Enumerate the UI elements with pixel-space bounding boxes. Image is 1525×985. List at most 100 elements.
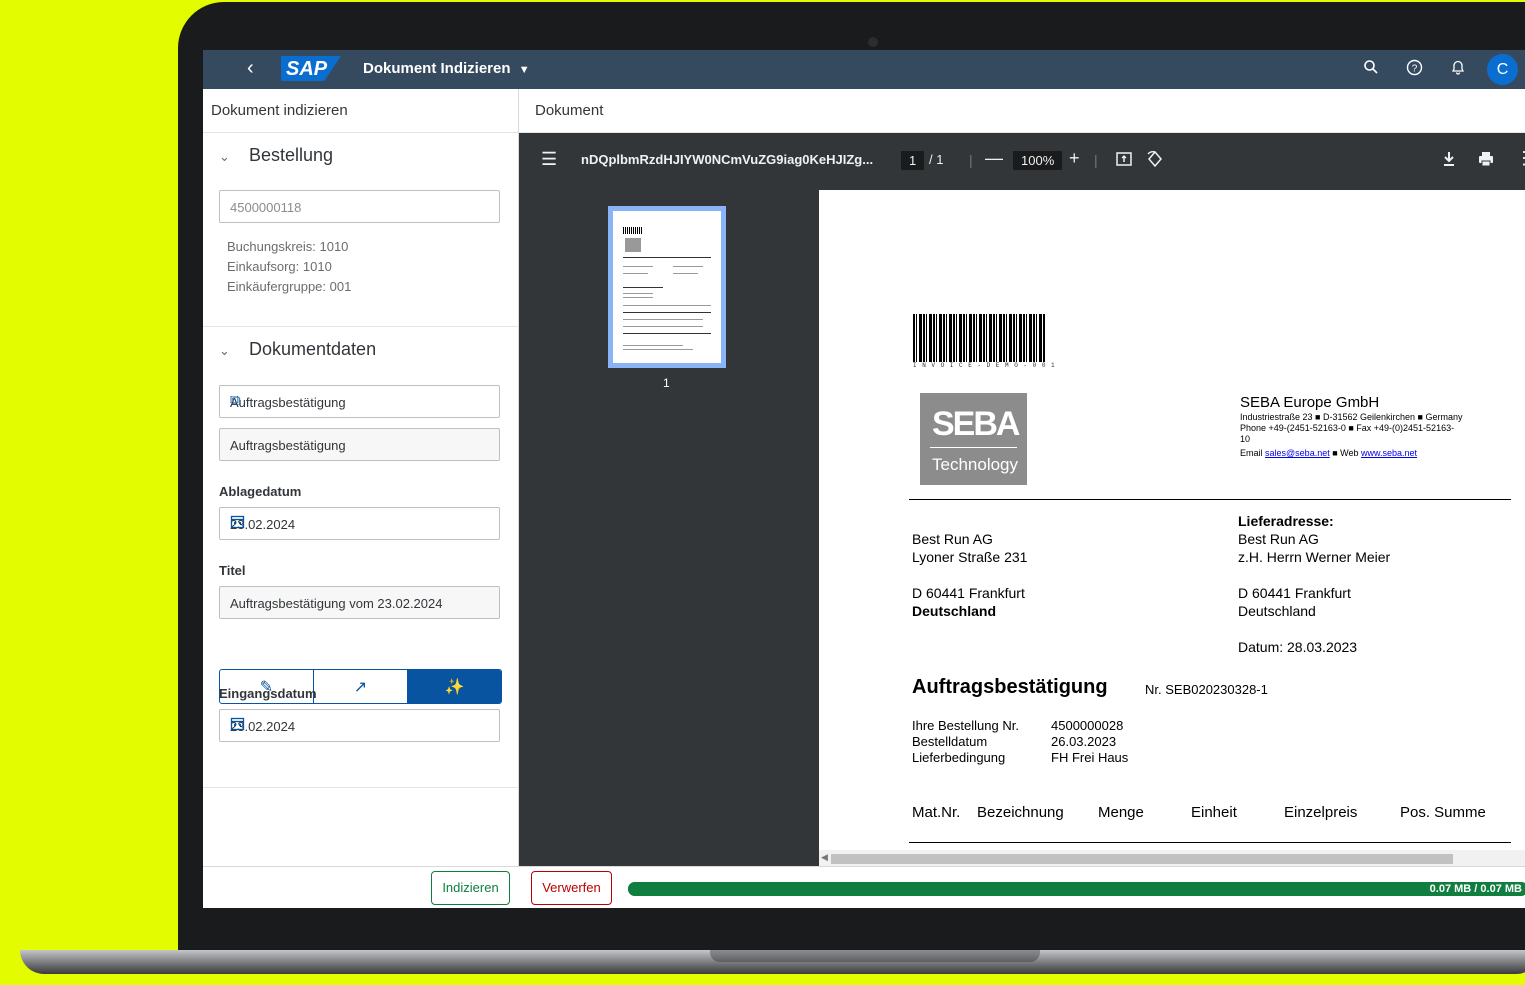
company-phone-cont: 10 bbox=[1240, 434, 1251, 444]
calendar-icon[interactable] bbox=[230, 514, 489, 533]
pdf-page: I N V O I C E - D E M O - 0 0 1 SEBA Tec… bbox=[819, 190, 1525, 850]
pdf-toolbar: ☰ nDQplbmRzdHJIYW0NCmVuZG9iag0KeHJIZg...… bbox=[519, 133, 1525, 190]
page-thumbnail[interactable] bbox=[608, 206, 726, 368]
zoom-in-icon[interactable]: + bbox=[1069, 148, 1080, 169]
pdf-viewport: I N V O I C E - D E M O - 0 0 1 SEBA Tec… bbox=[819, 190, 1525, 866]
document-title: Dokument bbox=[535, 102, 604, 119]
title-input[interactable]: Auftragsbestätigung vom 23.02.2024 bbox=[219, 586, 500, 619]
seba-logo: SEBA Technology bbox=[920, 393, 1027, 485]
index-button[interactable]: Indizieren bbox=[431, 871, 510, 905]
table-header: Einheit bbox=[1191, 804, 1237, 821]
company-phone: Phone +49-(2451-52163-0 ■ Fax +49-(0)245… bbox=[1240, 423, 1455, 433]
chevron-down-icon: ⌄ bbox=[219, 343, 230, 358]
web-link[interactable]: www.seba.net bbox=[1361, 448, 1417, 458]
info-value: 4500000028 bbox=[1051, 718, 1124, 733]
thumbnail-page-number: 1 bbox=[663, 376, 670, 390]
download-icon[interactable] bbox=[1441, 150, 1457, 171]
bell-icon[interactable] bbox=[1450, 59, 1466, 81]
scroll-thumb[interactable] bbox=[831, 854, 1453, 864]
rule bbox=[909, 499, 1511, 500]
info-label: Lieferbedingung bbox=[912, 750, 1006, 765]
panel-title: Dokument indizieren bbox=[211, 102, 348, 119]
eingangsdatum-label: Eingangsdatum bbox=[219, 686, 317, 701]
back-icon[interactable]: ‹ bbox=[247, 57, 254, 80]
menu-icon[interactable]: ☰ bbox=[541, 149, 557, 170]
camera bbox=[868, 37, 878, 47]
table-header: Pos. Summe bbox=[1400, 804, 1486, 821]
page-total: / 1 bbox=[929, 152, 944, 167]
info-value: FH Frei Haus bbox=[1051, 750, 1129, 765]
thumb-barcode bbox=[623, 227, 643, 234]
upload-progress: 0.07 MB / 0.07 MB bbox=[628, 882, 1525, 896]
ablagedatum-picker[interactable]: 23.02.2024 bbox=[219, 507, 500, 540]
index-panel: Dokument indizieren ⌄ Bestellung 45000001… bbox=[203, 89, 519, 908]
rotate-icon[interactable] bbox=[1146, 150, 1164, 171]
value-help-icon[interactable]: ⧉ bbox=[230, 392, 489, 409]
thumb-logo bbox=[625, 238, 641, 252]
page-number-input[interactable]: 1 bbox=[901, 151, 925, 170]
company-contact: Email sales@seba.net ■ Web www.seba.net bbox=[1240, 448, 1418, 458]
avatar[interactable]: C bbox=[1487, 54, 1518, 85]
delivery-country: Deutschland bbox=[1238, 603, 1316, 619]
email-link[interactable]: sales@seba.net bbox=[1265, 448, 1330, 458]
table-header: Menge bbox=[1098, 804, 1144, 821]
document-date: Datum: 28.03.2023 bbox=[1238, 639, 1358, 655]
section-bestellung[interactable]: ⌄ Bestellung bbox=[219, 145, 333, 166]
rule bbox=[909, 842, 1511, 843]
barcode-text: I N V O I C E - D E M O - 0 0 1 bbox=[913, 362, 1056, 369]
zoom-out-icon[interactable]: — bbox=[985, 148, 1003, 169]
section-dokumentdaten[interactable]: ⌄ Dokumentdaten bbox=[219, 339, 376, 360]
meta-buchungskreis: Buchungskreis: 1010 bbox=[227, 239, 349, 254]
svg-text:?: ? bbox=[1412, 64, 1418, 75]
discard-button[interactable]: Verwerfen bbox=[531, 871, 612, 905]
file-name: nDQplbmRzdHJIYW0NCmVuZG9iag0KeHJIZg... bbox=[581, 152, 874, 167]
print-icon[interactable] bbox=[1477, 150, 1495, 171]
recipient-country: Deutschland bbox=[912, 603, 997, 619]
panel-header: Dokument indizieren bbox=[203, 89, 518, 133]
info-label: Bestelldatum bbox=[912, 734, 988, 749]
horizontal-scrollbar[interactable]: ◀ bbox=[819, 850, 1525, 866]
table-header: Mat.Nr. bbox=[912, 804, 961, 821]
chevron-down-icon: ⌄ bbox=[219, 149, 230, 164]
ablagedatum-label: Ablagedatum bbox=[219, 484, 302, 499]
help-icon[interactable]: ? bbox=[1406, 59, 1423, 81]
separator: | bbox=[969, 152, 973, 168]
recipient-street: Lyoner Straße 231 bbox=[912, 549, 1028, 565]
progress-label: 0.07 MB / 0.07 MB bbox=[1429, 883, 1522, 895]
search-icon[interactable] bbox=[1363, 59, 1379, 80]
sap-logo[interactable]: SAP bbox=[281, 56, 341, 81]
company-name: SEBA Europe GmbH bbox=[1240, 394, 1380, 411]
screen: ‹ SAP Dokument Indizieren ▼ ? C Dokument… bbox=[203, 50, 1525, 908]
shell-bar: ‹ SAP Dokument Indizieren ▼ ? C bbox=[203, 50, 1525, 89]
meta-einkaufsorg: Einkaufsorg: 1010 bbox=[227, 259, 332, 274]
barcode bbox=[913, 314, 1045, 362]
chevron-down-icon: ▼ bbox=[518, 64, 530, 76]
fit-page-icon[interactable] bbox=[1115, 150, 1133, 171]
delivery-title: Lieferadresse: bbox=[1238, 513, 1334, 529]
document-type-input[interactable]: Auftragsbestätigung ⧉ bbox=[219, 385, 500, 418]
separator: | bbox=[1094, 152, 1098, 168]
magic-wand-icon: ✨ bbox=[444, 678, 465, 696]
meta-einkaeufergruppe: Einkäufergruppe: 001 bbox=[227, 279, 352, 294]
laptop-notch bbox=[710, 950, 1040, 962]
company-address: Industriestraße 23 ■ D-31562 Geilenkirch… bbox=[1240, 412, 1463, 422]
titel-label: Titel bbox=[219, 563, 246, 578]
open-external-button[interactable]: ↗ bbox=[314, 670, 408, 703]
scroll-left-icon[interactable]: ◀ bbox=[821, 852, 828, 863]
calendar-icon[interactable] bbox=[230, 716, 489, 735]
thumbnail-sidebar: 1 bbox=[519, 190, 819, 866]
table-header: Bezeichnung bbox=[977, 804, 1064, 821]
more-options-icon[interactable]: ⋮ bbox=[1515, 148, 1525, 169]
progress-fill bbox=[628, 882, 1525, 896]
document-heading: Auftragsbestätigung bbox=[912, 676, 1108, 698]
zoom-input[interactable]: 100% bbox=[1013, 151, 1063, 170]
document-type-readonly: Auftragsbestätigung bbox=[219, 428, 500, 461]
delivery-name: Best Run AG bbox=[1238, 531, 1319, 547]
document-header: Dokument bbox=[519, 89, 1525, 133]
order-number-input[interactable]: 4500000118 bbox=[219, 190, 500, 223]
eingangsdatum-picker[interactable]: 23.02.2024 bbox=[219, 709, 500, 742]
recipient-name: Best Run AG bbox=[912, 531, 993, 547]
table-header: Einzelpreis bbox=[1284, 804, 1358, 821]
generate-title-button[interactable]: ✨ bbox=[408, 670, 501, 703]
app-title[interactable]: Dokument Indizieren ▼ bbox=[363, 60, 530, 77]
